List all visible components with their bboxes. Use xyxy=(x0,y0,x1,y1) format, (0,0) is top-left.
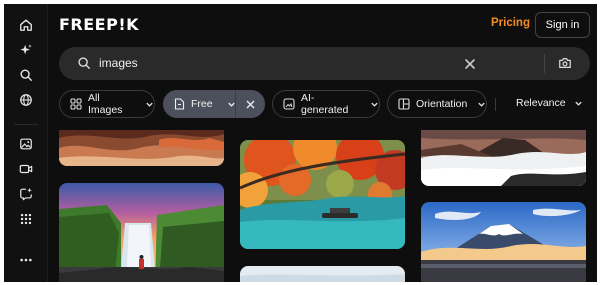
orientation-label: Orientation xyxy=(416,98,468,110)
sidebar xyxy=(4,4,48,282)
ai-image-icon xyxy=(283,98,295,110)
mount-fuji-image[interactable] xyxy=(421,202,586,282)
volcano-clouds-image[interactable] xyxy=(421,130,586,186)
chat-sparkle-icon[interactable] xyxy=(18,186,34,202)
orientation-icon xyxy=(398,98,410,110)
app-window: FREEP!K Pricing Sign in images All Image… xyxy=(4,4,597,282)
waterfall-image[interactable] xyxy=(59,183,224,282)
rock-canyon-image[interactable] xyxy=(59,130,224,166)
free-label: Free xyxy=(191,98,213,110)
sort-label: Relevance xyxy=(516,97,566,109)
globe-icon[interactable] xyxy=(18,92,34,108)
search-divider xyxy=(544,54,545,73)
home-icon[interactable] xyxy=(18,17,34,33)
signin-label: Sign in xyxy=(545,19,580,31)
chevron-down-icon xyxy=(146,102,153,107)
grid-apps-icon[interactable] xyxy=(18,211,34,227)
grid-icon xyxy=(70,98,82,110)
autumn-lake-boat-image[interactable] xyxy=(240,140,405,249)
orientation-filter[interactable]: Orientation xyxy=(387,90,487,118)
search-icon[interactable] xyxy=(18,67,34,83)
image-icon[interactable] xyxy=(18,136,34,152)
snow-image[interactable] xyxy=(240,266,405,282)
ai-generated-filter[interactable]: AI-generated xyxy=(272,90,380,118)
camera-search-icon[interactable] xyxy=(558,56,572,70)
signin-button[interactable]: Sign in xyxy=(535,12,590,38)
sidebar-divider xyxy=(14,124,38,125)
clear-free-filter-button[interactable] xyxy=(236,90,265,118)
chevron-down-icon xyxy=(478,102,486,107)
search-bar[interactable]: images xyxy=(59,47,590,80)
all-images-filter[interactable]: All Images xyxy=(59,90,155,118)
search-input[interactable]: images xyxy=(99,56,138,70)
file-icon xyxy=(174,98,185,110)
clear-search-icon[interactable] xyxy=(464,58,476,70)
close-icon xyxy=(246,100,255,108)
sparkle-icon[interactable] xyxy=(18,42,34,58)
more-icon[interactable] xyxy=(18,252,34,268)
search-icon xyxy=(78,57,90,69)
free-filter[interactable]: Free xyxy=(163,90,235,118)
filter-divider xyxy=(495,98,496,111)
freepik-logo[interactable]: FREEP!K xyxy=(59,15,139,34)
sort-dropdown[interactable]: Relevance xyxy=(516,97,583,109)
pricing-link[interactable]: Pricing xyxy=(491,17,530,29)
all-images-label: All Images xyxy=(88,92,123,116)
chevron-down-icon xyxy=(574,101,582,106)
video-icon[interactable] xyxy=(18,161,34,177)
chevron-down-icon xyxy=(371,102,378,107)
ai-generated-label: AI-generated xyxy=(301,92,349,116)
